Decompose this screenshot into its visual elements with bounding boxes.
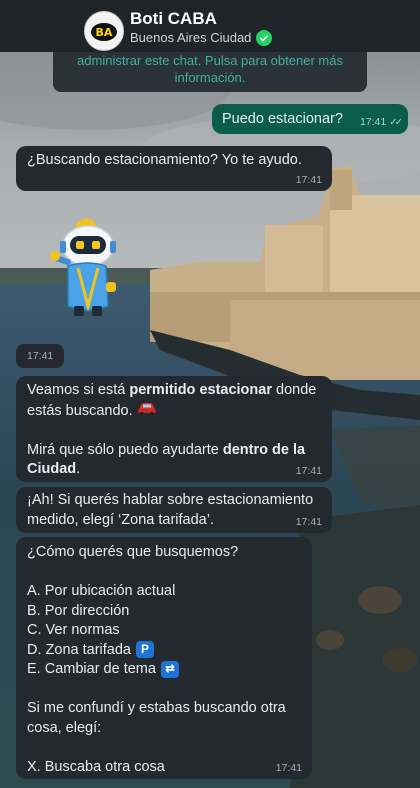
menu-question: ¿Cómo querés que busquemos? xyxy=(27,544,239,560)
menu-note-line: Si me confundí y estabas buscando otra xyxy=(27,700,286,716)
contact-avatar[interactable]: BA xyxy=(84,11,124,51)
boti-robot-sticker[interactable] xyxy=(48,214,123,320)
verified-check-icon xyxy=(256,30,273,46)
system-note-line1: administrar este chat. Pulsa para obtene… xyxy=(77,53,343,68)
sticker-time-badge: 17:41 xyxy=(16,344,64,368)
menu-option-c[interactable]: C. Ver normas xyxy=(27,621,307,641)
chat-screen: BA Boti CABA Buenos Aires Ciudad adminis… xyxy=(0,0,420,788)
contact-info[interactable]: Boti CABA Buenos Aires Ciudad xyxy=(130,9,273,47)
read-ticks-icon: ✓✓ xyxy=(389,117,403,128)
message-time: 17:41 xyxy=(27,350,54,362)
menu-note-line: cosa, elegí: xyxy=(27,719,102,736)
incoming-menu-message[interactable]: ¿Cómo querés que busquemos? A. Por ubica… xyxy=(16,537,312,779)
system-note-line2: información. xyxy=(174,70,246,85)
parking-icon: P xyxy=(135,641,154,659)
message-time: 17:41 xyxy=(295,174,322,186)
avatar-text: BA xyxy=(96,26,113,39)
menu-option-e[interactable]: E. Cambiar de tema ⇄ xyxy=(27,660,307,680)
contact-name: Boti CABA xyxy=(130,9,217,28)
menu-option-b[interactable]: B. Por dirección xyxy=(27,602,307,622)
message-line: ¡Ah! Si querés hablar sobre estacionamie… xyxy=(27,492,314,508)
message-time: 17:41 xyxy=(295,516,322,528)
incoming-message[interactable]: ¿Buscando estacionamiento? Yo te ayudo. … xyxy=(16,146,332,191)
message-text: ¿Buscando estacionamiento? Yo te ayudo. xyxy=(27,152,302,168)
outgoing-message[interactable]: Puedo estacionar? 17:41 ✓✓ xyxy=(212,104,408,134)
contact-subtitle: Buenos Aires Ciudad xyxy=(130,30,252,45)
incoming-message[interactable]: ¡Ah! Si querés hablar sobre estacionamie… xyxy=(16,487,332,533)
message-text: Puedo estacionar? xyxy=(222,111,343,127)
chat-header[interactable]: BA Boti CABA Buenos Aires Ciudad xyxy=(0,0,420,52)
message-body: Veamos si está permitido estacionar dond… xyxy=(27,382,317,478)
menu-option-a[interactable]: A. Por ubicación actual xyxy=(27,582,307,602)
message-time: 17:41 xyxy=(275,762,302,774)
menu-option-x[interactable]: X. Buscaba otra cosa xyxy=(27,758,307,778)
incoming-message[interactable]: Veamos si está permitido estacionar dond… xyxy=(16,376,332,482)
car-icon xyxy=(137,401,157,422)
message-line: medido, elegí ‘Zona tarifada’. xyxy=(27,511,214,528)
repeat-icon: ⇄ xyxy=(160,660,179,678)
message-time: 17:41 xyxy=(295,465,322,477)
menu-option-d[interactable]: D. Zona tarifada P xyxy=(27,641,307,661)
ba-logo-icon: BA xyxy=(91,23,117,41)
message-time: 17:41 xyxy=(359,116,387,128)
